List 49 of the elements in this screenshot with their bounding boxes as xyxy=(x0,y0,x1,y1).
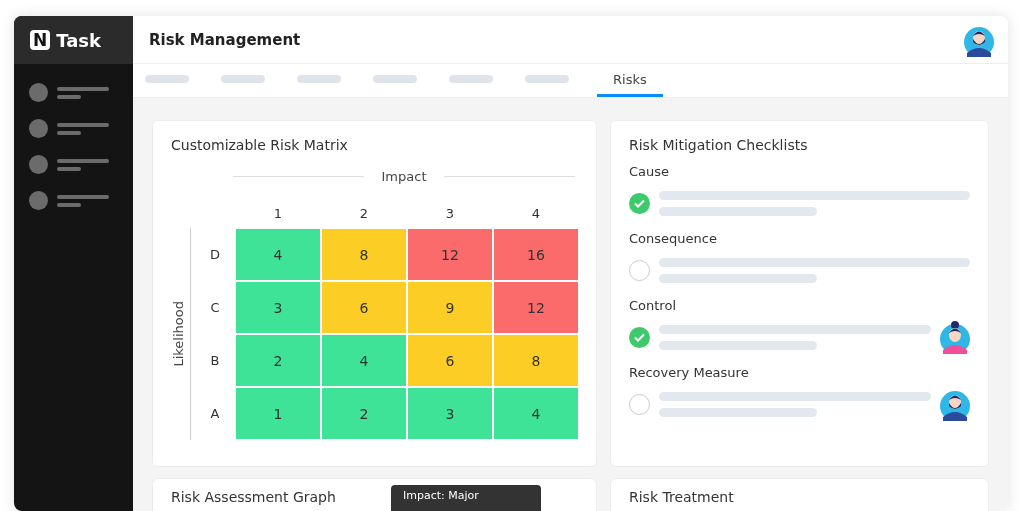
tab[interactable]: Risks xyxy=(597,64,663,97)
logo-text: Task xyxy=(56,29,102,51)
matrix-cell[interactable]: 16 xyxy=(493,228,579,281)
row-label: C xyxy=(209,299,221,317)
matrix-cell[interactable]: 4 xyxy=(493,387,579,440)
matrix-cell[interactable]: 8 xyxy=(493,334,579,387)
checklist-label: Control xyxy=(629,298,676,313)
tab-placeholder[interactable] xyxy=(449,74,493,83)
checklist-label: Consequence xyxy=(629,231,717,246)
column-label: 4 xyxy=(530,204,542,223)
empty-circle-icon[interactable] xyxy=(629,393,650,415)
tab-placeholder[interactable] xyxy=(221,74,265,83)
matrix-cell[interactable]: 12 xyxy=(407,228,493,281)
tooltip: Impact: Major xyxy=(391,485,541,511)
logo-mark: N xyxy=(30,30,51,50)
axis-label: Likelihood xyxy=(171,301,186,367)
column-label: 2 xyxy=(358,204,370,223)
matrix-cell[interactable]: 2 xyxy=(321,387,407,440)
matrix-cell[interactable]: 8 xyxy=(321,228,407,281)
matrix-cell[interactable]: 6 xyxy=(407,334,493,387)
axis-label: Impact xyxy=(381,169,427,184)
row-label: A xyxy=(209,405,221,423)
column-label: 1 xyxy=(272,204,284,223)
matrix-cell[interactable]: 1 xyxy=(235,387,321,440)
matrix-cell[interactable]: 4 xyxy=(321,334,407,387)
row-label: D xyxy=(209,246,221,264)
card-title: Customizable Risk Matrix xyxy=(171,137,348,153)
card-title: Risk Mitigation Checklists xyxy=(629,137,808,153)
page-title: Risk Management xyxy=(149,30,301,49)
tab-placeholder[interactable] xyxy=(373,74,417,83)
tab-placeholder[interactable] xyxy=(525,74,569,83)
matrix-cell[interactable]: 12 xyxy=(493,281,579,334)
checked-circle-icon[interactable] xyxy=(629,326,650,348)
checked-circle-icon[interactable] xyxy=(629,192,650,214)
card-title: Risk Assessment Graph xyxy=(171,489,336,505)
tab-placeholder[interactable] xyxy=(297,74,341,83)
matrix-cell[interactable]: 9 xyxy=(407,281,493,334)
matrix-cell[interactable]: 3 xyxy=(407,387,493,440)
column-label: 3 xyxy=(444,204,456,223)
matrix-cell[interactable]: 6 xyxy=(321,281,407,334)
row-label: B xyxy=(209,352,221,370)
card-title: Risk Treatment xyxy=(629,489,734,505)
matrix-cell[interactable]: 2 xyxy=(235,334,321,387)
checklist-label: Cause xyxy=(629,164,670,179)
empty-circle-icon[interactable] xyxy=(629,259,650,281)
matrix-cell[interactable]: 3 xyxy=(235,281,321,334)
checklist-label: Recovery Measure xyxy=(629,365,749,380)
matrix-cell[interactable]: 4 xyxy=(235,228,321,281)
tab-placeholder[interactable] xyxy=(145,74,189,83)
